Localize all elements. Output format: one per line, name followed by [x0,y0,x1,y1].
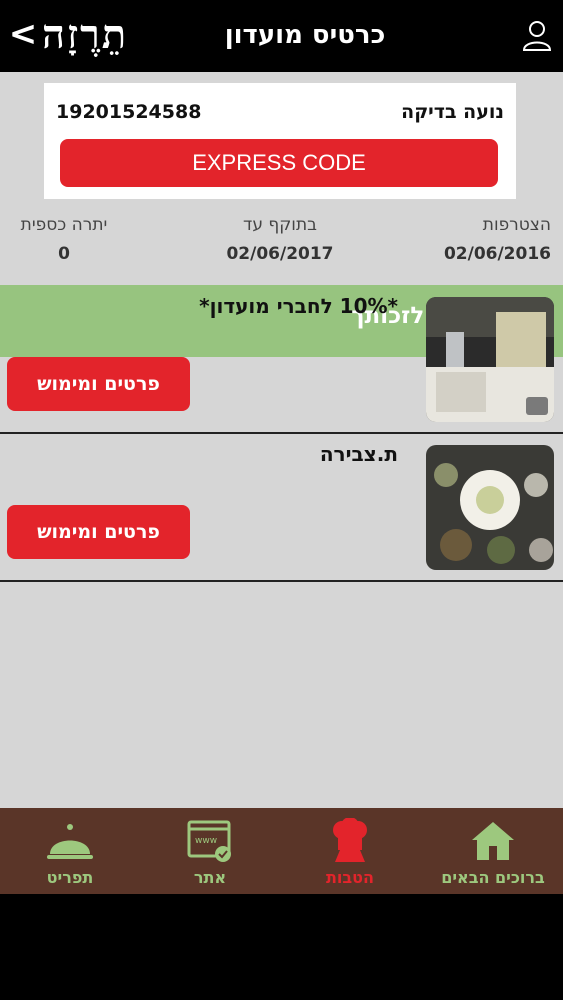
express-code-button[interactable]: EXPRESS CODE [60,139,498,187]
balance-column: יתרה כספית 0 [14,212,114,270]
tab-welcome[interactable]: ברוכים הבאים [423,808,563,894]
bottom-tab-bar: תפריט www אתר הטבות ברוכים הבאים [0,808,563,894]
tab-menu[interactable]: תפריט [0,808,140,894]
member-name: נועה בדיקה [401,101,504,123]
member-card: 19201524588 נועה בדיקה EXPRESS CODE [44,83,516,199]
valid-until-column: בתוקף עד 02/06/2017 [205,212,355,270]
join-date-label: הצטרפות [482,215,551,235]
user-profile-icon[interactable] [521,18,553,52]
balance-label: יתרה כספית [20,215,108,235]
app-header: < תֵרֶזָה כרטיס מועדון [0,0,563,72]
join-date-column: הצטרפות 02/06/2016 [401,212,551,270]
balance-value: 0 [58,244,70,264]
tab-benefits[interactable]: הטבות [280,808,420,894]
membership-info: הצטרפות 02/06/2016 בתוקף עד 02/06/2017 י… [0,212,563,276]
cloche-icon [47,824,93,859]
home-icon [472,822,514,860]
benefit-title: ת.צבירה [319,442,398,466]
chef-hat-icon [333,818,367,862]
tab-benefits-label: הטבות [325,868,375,887]
redeem-button[interactable]: פרטים ומימוש [7,357,190,411]
restaurant-interior-image [426,297,554,422]
svg-text:www: www [195,836,217,846]
tab-welcome-label: ברוכים הבאים [441,868,545,887]
join-date-value: 02/06/2016 [443,244,551,264]
system-navigation-bar [0,894,563,1000]
valid-until-value: 02/06/2017 [226,244,334,264]
benefit-item: ת.צבירה פרטים ומימוש [0,434,563,582]
member-number: 19201524588 [56,101,202,123]
valid-until-label: בתוקף עד [243,215,317,235]
brand-logo: תֵרֶזָה [42,11,129,58]
redeem-button[interactable]: פרטים ומימוש [7,505,190,559]
back-chevron-icon[interactable]: < [8,14,38,54]
tab-menu-label: תפריט [46,868,94,887]
benefit-title: *10% לחברי מועדון* [199,294,398,318]
tab-website[interactable]: www אתר [140,808,280,894]
benefit-item: *10% לחברי מועדון* פרטים ומימוש [0,286,563,434]
tab-website-label: אתר [193,868,227,887]
website-icon: www [187,820,231,862]
page-title: כרטיס מועדון [224,20,386,50]
food-dishes-image [426,445,554,570]
